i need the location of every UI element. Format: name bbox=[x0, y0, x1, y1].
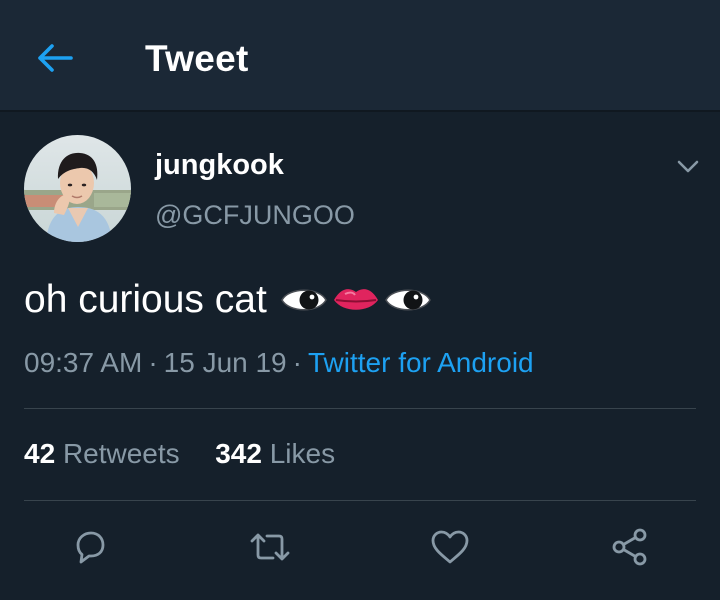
eye-emoji bbox=[384, 289, 431, 311]
page-title: Tweet bbox=[145, 38, 249, 79]
tweet-date: 15 Jun 19 bbox=[163, 347, 287, 378]
chevron-down-icon bbox=[677, 160, 699, 173]
meta-separator: · bbox=[292, 347, 302, 378]
retweets-stat[interactable]: 42 Retweets bbox=[24, 438, 180, 469]
likes-label: Likes bbox=[269, 438, 336, 469]
avatar[interactable] bbox=[24, 135, 131, 242]
tweet-body: oh curious cat bbox=[24, 278, 435, 322]
avatar-image bbox=[24, 135, 131, 242]
reply-icon bbox=[76, 531, 105, 564]
author-handle[interactable]: @GCFJUNGOO bbox=[155, 200, 355, 231]
tweet-stats: 42 Retweets 342 Likes bbox=[24, 438, 335, 470]
like-button[interactable] bbox=[427, 524, 473, 570]
like-icon bbox=[431, 530, 469, 564]
likes-count: 342 bbox=[215, 438, 262, 469]
tweet-options-button[interactable] bbox=[672, 150, 704, 182]
arrow-left-icon bbox=[38, 44, 73, 72]
emoji-row bbox=[279, 282, 435, 318]
meta-separator: · bbox=[148, 347, 158, 378]
retweet-button[interactable] bbox=[247, 524, 293, 570]
divider bbox=[24, 500, 696, 501]
share-icon bbox=[612, 528, 647, 566]
tweet-text: oh curious cat bbox=[24, 278, 267, 321]
back-button[interactable] bbox=[30, 36, 80, 80]
lips-emoji bbox=[333, 289, 378, 310]
eye-emoji bbox=[280, 289, 327, 311]
retweet-icon bbox=[250, 533, 290, 561]
tweet-meta: 09:37 AM · 15 Jun 19 · Twitter for Android bbox=[24, 347, 534, 379]
top-bar: Tweet bbox=[0, 0, 720, 112]
tweet-time: 09:37 AM bbox=[24, 347, 143, 378]
reply-button[interactable] bbox=[67, 524, 113, 570]
share-button[interactable] bbox=[607, 524, 653, 570]
author-display-name[interactable]: jungkook bbox=[155, 149, 284, 182]
tweet-source-link[interactable]: Twitter for Android bbox=[308, 347, 534, 378]
retweets-count: 42 bbox=[24, 438, 56, 469]
action-bar bbox=[0, 524, 720, 570]
retweets-label: Retweets bbox=[62, 438, 180, 469]
divider bbox=[24, 408, 696, 409]
likes-stat[interactable]: 342 Likes bbox=[215, 438, 335, 469]
